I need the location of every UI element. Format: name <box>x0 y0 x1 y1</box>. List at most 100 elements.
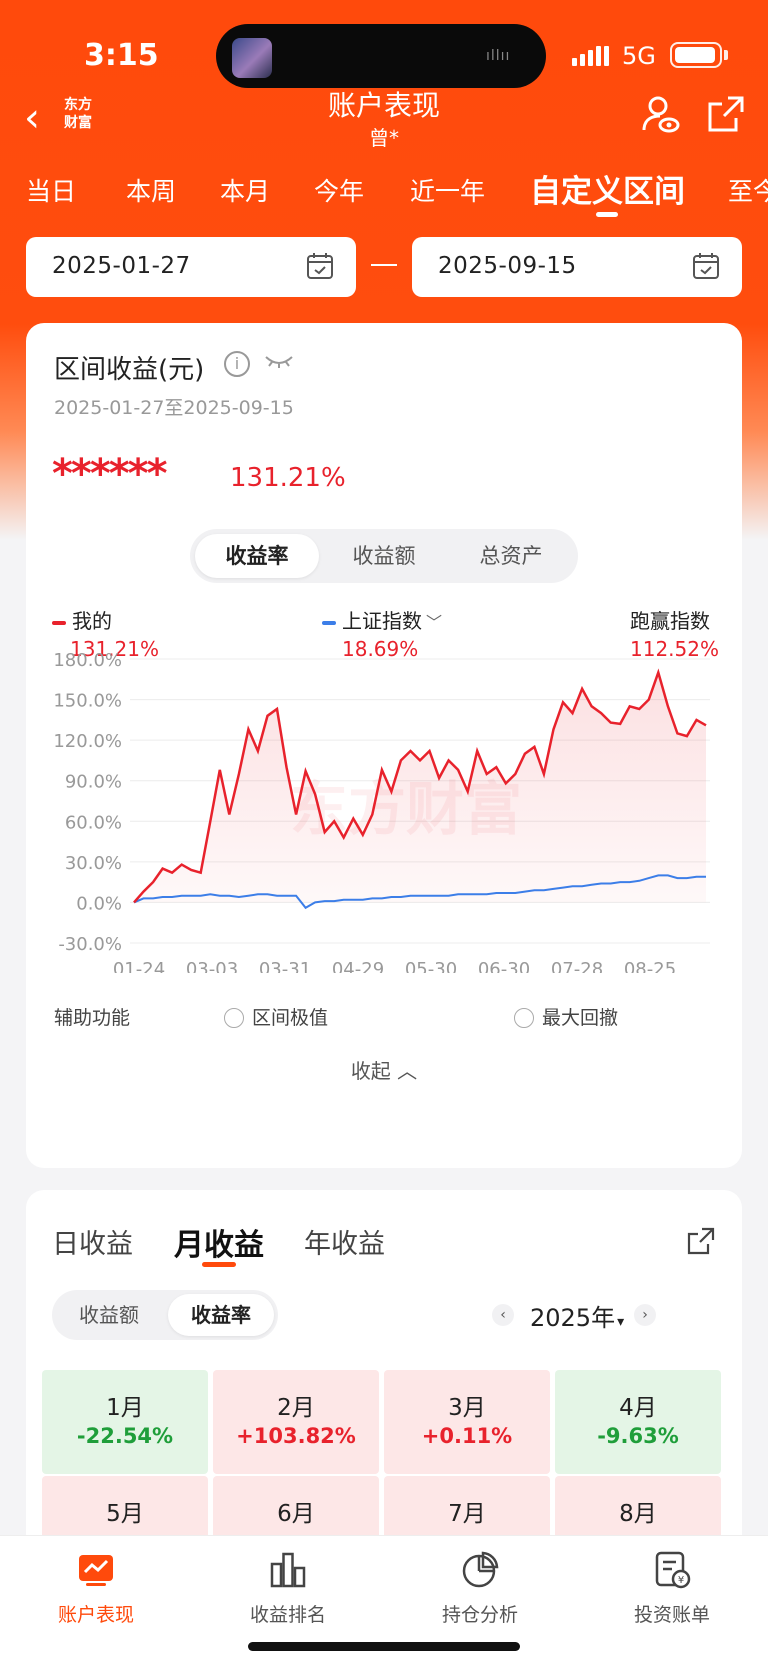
return-percent: 131.21% <box>230 463 346 493</box>
bar-chart-icon <box>270 1552 306 1588</box>
nav-account-performance[interactable]: 账户表现 <box>0 1550 192 1627</box>
y-tick-label: 150.0% <box>53 691 122 712</box>
dynamic-island: ıllıı <box>216 24 546 88</box>
month-return: -9.63% <box>597 1424 679 1448</box>
month-cell[interactable]: 2月 +103.82% <box>213 1370 379 1474</box>
tab-month[interactable]: 本月 <box>220 172 270 208</box>
radio-circle-icon <box>224 1008 244 1028</box>
period-tabs: 当日 本周 本月 今年 近一年 自定义区间 至今 <box>0 164 768 220</box>
tab-indicator <box>596 212 618 217</box>
signal-icon <box>572 44 609 66</box>
legend-index[interactable]: 上证指数 ﹀ 18.69% <box>322 605 443 661</box>
x-tick-label: 03-31 <box>259 959 311 973</box>
tab-last-year[interactable]: 近一年 <box>410 172 485 208</box>
x-tick-label: 03-03 <box>186 959 238 973</box>
nav-bar: ‹ 东方 财富 账户表现 曾* <box>0 80 768 160</box>
next-year-icon[interactable]: › <box>634 1304 656 1326</box>
home-indicator <box>248 1642 520 1651</box>
calendar-icon <box>693 253 719 279</box>
month-cell[interactable]: 1月 -22.54% <box>42 1370 208 1474</box>
svg-text:¥: ¥ <box>678 1575 684 1586</box>
x-tick-label: 06-30 <box>478 959 530 973</box>
month-cell[interactable]: 3月 +0.11% <box>384 1370 550 1474</box>
segment-rate[interactable]: 收益率 <box>168 1294 274 1336</box>
return-chart[interactable]: 180.0% 150.0% 120.0% 90.0% 60.0% 30.0% 0.0% -30… <box>26 650 742 980</box>
legend-beat-index: 跑赢指数 112.52% <box>630 609 719 661</box>
tab-today[interactable]: 当日 <box>26 172 76 208</box>
battery-icon <box>670 42 722 68</box>
return-chart-svg: 180.0% 150.0% 120.0% 90.0% 60.0% 30.0% 0.0% -30… <box>53 650 710 980</box>
x-tick-label: 08-25 <box>624 959 676 973</box>
range-text: 2025-01-27至2025-09-15 <box>54 397 294 419</box>
nav-holding-analysis[interactable]: 持仓分析 <box>384 1550 576 1627</box>
tab-week[interactable]: 本周 <box>126 172 176 208</box>
caret-down-icon: ▾ <box>617 1314 625 1330</box>
nav-return-ranking[interactable]: 收益排名 <box>192 1550 384 1627</box>
network-label: 5G <box>622 42 656 70</box>
month-label: 2月 <box>277 1395 315 1421</box>
year-selector[interactable]: 2025年 ▾ <box>530 1298 624 1333</box>
month-label: 7月 <box>448 1501 486 1527</box>
y-tick-label: 0.0% <box>76 893 122 914</box>
month-label: 5月 <box>106 1501 144 1527</box>
audio-wave-icon: ıllıı <box>486 48 511 64</box>
pie-chart-icon <box>462 1551 499 1588</box>
end-date-field[interactable]: 2025-09-15 <box>412 237 742 297</box>
month-return: +103.82% <box>236 1424 356 1448</box>
start-date-field[interactable]: 2025-01-27 <box>26 237 356 297</box>
hide-amount-icon[interactable] <box>264 351 294 371</box>
user-view-icon[interactable] <box>640 94 680 134</box>
segment-return-amount[interactable]: 收益额 <box>322 534 446 578</box>
y-tick-label: -30.0% <box>58 934 122 955</box>
segment-total-assets[interactable]: 总资产 <box>449 534 573 578</box>
x-tick-label: 05-30 <box>405 959 457 973</box>
legend-mine: 我的 131.21% <box>52 605 159 661</box>
y-tick-label: 120.0% <box>53 731 122 752</box>
max-drawdown-option[interactable]: 最大回撤 <box>514 1003 618 1030</box>
value-segmented-control: 收益额 收益率 <box>52 1290 278 1340</box>
share-icon[interactable] <box>706 94 746 134</box>
tab-indicator <box>202 1262 236 1267</box>
aux-label: 辅助功能 <box>54 1007 131 1029</box>
x-tick-label: 07-28 <box>551 959 603 973</box>
tab-yearly-return[interactable]: 年收益 <box>304 1222 385 1261</box>
month-label: 6月 <box>277 1501 315 1527</box>
chevron-up-icon: ︿ <box>397 1059 418 1083</box>
masked-amount: ****** <box>52 451 168 497</box>
tab-daily-return[interactable]: 日收益 <box>52 1222 133 1261</box>
range-separator <box>371 264 397 266</box>
month-label: 3月 <box>448 1395 486 1421</box>
month-cell[interactable]: 4月 -9.63% <box>555 1370 721 1474</box>
card-title: 区间收益(元) <box>54 355 205 385</box>
segment-return-rate[interactable]: 收益率 <box>195 534 319 578</box>
performance-icon <box>79 1555 113 1586</box>
y-tick-label: 30.0% <box>65 853 122 874</box>
tab-custom-range[interactable]: 自定义区间 <box>530 166 685 211</box>
info-icon[interactable]: i <box>224 351 250 377</box>
segment-amount[interactable]: 收益额 <box>56 1294 162 1336</box>
chevron-down-icon: ﹀ <box>426 613 443 632</box>
y-tick-label: 90.0% <box>65 772 122 793</box>
tab-monthly-return[interactable]: 月收益 <box>174 1220 264 1264</box>
periodic-return-card: 日收益 月收益 年收益 收益额 收益率 ‹ 2025年 ▾ › 1月 -22.54%… <box>26 1190 742 1580</box>
collapse-button[interactable]: 收起 ︿ <box>26 1055 742 1084</box>
month-label: 8月 <box>619 1501 657 1527</box>
clock: 3:15 <box>84 38 159 73</box>
x-tick-label: 04-29 <box>332 959 384 973</box>
nav-investment-bill[interactable]: ¥ 投资账单 <box>576 1550 768 1627</box>
month-label: 1月 <box>106 1395 144 1421</box>
export-icon[interactable] <box>686 1226 716 1256</box>
x-tick-label: 01-24 <box>113 959 165 973</box>
series-area-mine <box>134 672 706 903</box>
range-extreme-option[interactable]: 区间极值 <box>224 1003 328 1030</box>
tab-to-date[interactable]: 至今 <box>728 172 768 208</box>
tab-year[interactable]: 今年 <box>314 172 364 208</box>
radio-circle-icon <box>514 1008 534 1028</box>
range-return-card: 区间收益(元) i 2025-01-27至2025-09-15 ****** 1… <box>26 323 742 1168</box>
prev-year-icon[interactable]: ‹ <box>492 1304 514 1326</box>
month-return: +0.11% <box>421 1424 513 1448</box>
month-label: 4月 <box>619 1395 657 1421</box>
y-tick-label: 180.0% <box>53 653 122 671</box>
bill-icon: ¥ <box>655 1551 691 1589</box>
calendar-icon <box>307 253 333 279</box>
